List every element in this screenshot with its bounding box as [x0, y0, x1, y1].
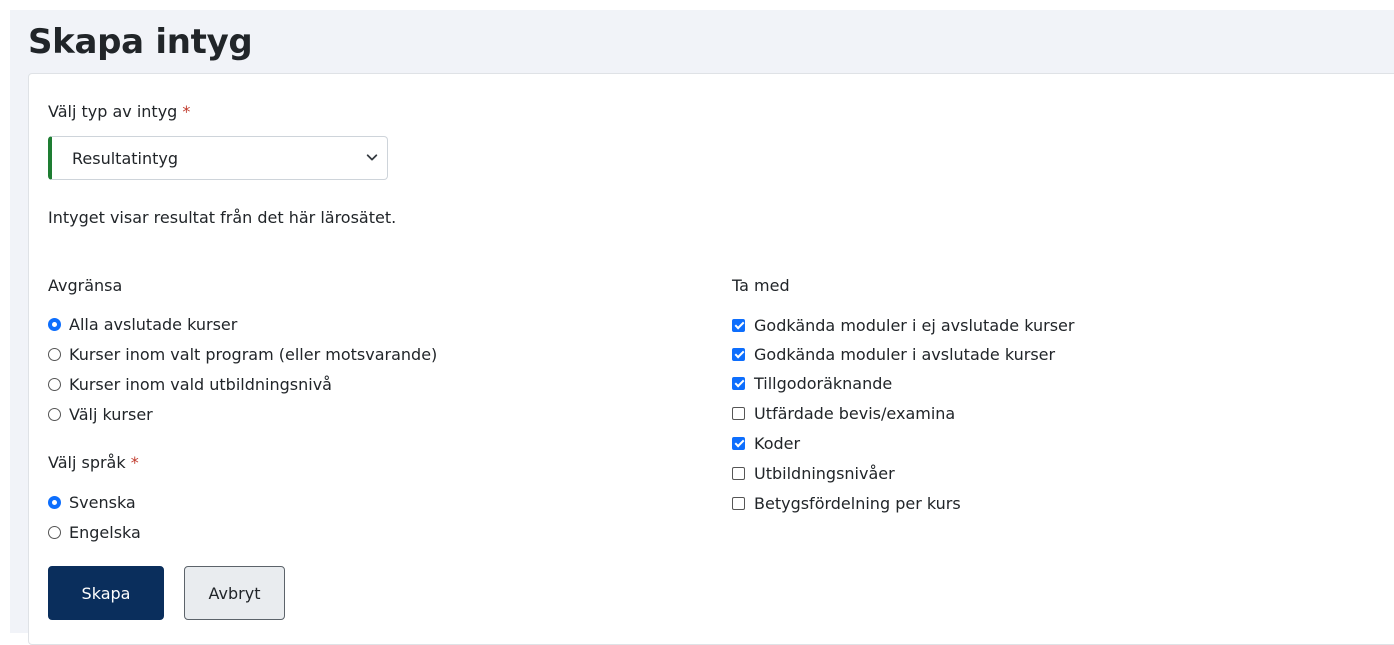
limit-option-level[interactable]: Kurser inom vald utbildningsnivå: [48, 372, 332, 396]
limit-option-label: Kurser inom vald utbildningsnivå: [69, 374, 332, 394]
include-option-label: Utbildningsnivåer: [754, 463, 895, 483]
cancel-button[interactable]: Avbryt: [184, 566, 285, 620]
language-label-text: Välj språk: [48, 453, 126, 472]
limit-option-label: Alla avslutade kurser: [69, 314, 238, 334]
radio-button[interactable]: [48, 495, 61, 509]
type-description: Intyget visar resultat från det här läro…: [48, 208, 397, 227]
language-option-english[interactable]: Engelska: [48, 520, 141, 544]
include-option[interactable]: Utbildningsnivåer: [732, 461, 895, 485]
include-option-label: Tillgodoräknande: [754, 373, 893, 393]
page-title: Skapa intyg: [28, 22, 253, 62]
limit-option-select-courses[interactable]: Välj kurser: [48, 402, 153, 426]
limit-label: Avgränsa: [48, 276, 123, 295]
include-option[interactable]: Utfärdade bevis/examina: [732, 401, 955, 425]
language-option-label: Svenska: [69, 492, 136, 512]
include-option-label: Koder: [754, 433, 801, 453]
limit-option-label: Välj kurser: [69, 404, 153, 424]
include-option-label: Godkända moduler i ej avslutade kurser: [754, 315, 1075, 335]
radio-button[interactable]: [48, 377, 61, 391]
include-option-label: Godkända moduler i avslutade kurser: [754, 344, 1056, 364]
language-option-label: Engelska: [69, 522, 141, 542]
create-button[interactable]: Skapa: [48, 566, 164, 620]
checkbox[interactable]: [732, 347, 745, 361]
radio-button[interactable]: [48, 317, 61, 331]
language-label: Välj språk *: [48, 453, 139, 472]
checkbox[interactable]: [732, 376, 745, 390]
checkbox[interactable]: [732, 406, 745, 420]
limit-option-all-completed[interactable]: Alla avslutade kurser: [48, 312, 237, 336]
certificate-type-selected-value: Resultatintyg: [72, 149, 178, 168]
radio-button[interactable]: [48, 525, 61, 539]
limit-option-program[interactable]: Kurser inom valt program (eller motsvara…: [48, 342, 437, 366]
checkbox[interactable]: [732, 466, 745, 480]
checkbox[interactable]: [732, 496, 745, 510]
include-option[interactable]: Koder: [732, 431, 800, 455]
certificate-type-select[interactable]: Resultatintyg: [48, 136, 388, 180]
radio-button[interactable]: [48, 347, 61, 361]
include-option[interactable]: Godkända moduler i avslutade kurser: [732, 342, 1055, 366]
required-marker: *: [182, 102, 191, 121]
radio-button[interactable]: [48, 407, 61, 421]
language-option-swedish[interactable]: Svenska: [48, 490, 136, 514]
type-field-label: Välj typ av intyg *: [48, 102, 190, 121]
include-label: Ta med: [732, 276, 790, 295]
include-option-label: Betygsfördelning per kurs: [754, 493, 961, 513]
include-option[interactable]: Betygsfördelning per kurs: [732, 491, 961, 515]
chevron-down-icon: [366, 154, 378, 161]
include-option-label: Utfärdade bevis/examina: [754, 403, 956, 423]
checkbox[interactable]: [732, 436, 745, 450]
checkbox[interactable]: [732, 318, 745, 332]
include-option[interactable]: Tillgodoräknande: [732, 371, 892, 395]
type-field-label-text: Välj typ av intyg: [48, 102, 178, 121]
required-marker: *: [130, 453, 139, 472]
include-option[interactable]: Godkända moduler i ej avslutade kurser: [732, 313, 1074, 337]
limit-option-label: Kurser inom valt program (eller motsvara…: [69, 344, 438, 364]
